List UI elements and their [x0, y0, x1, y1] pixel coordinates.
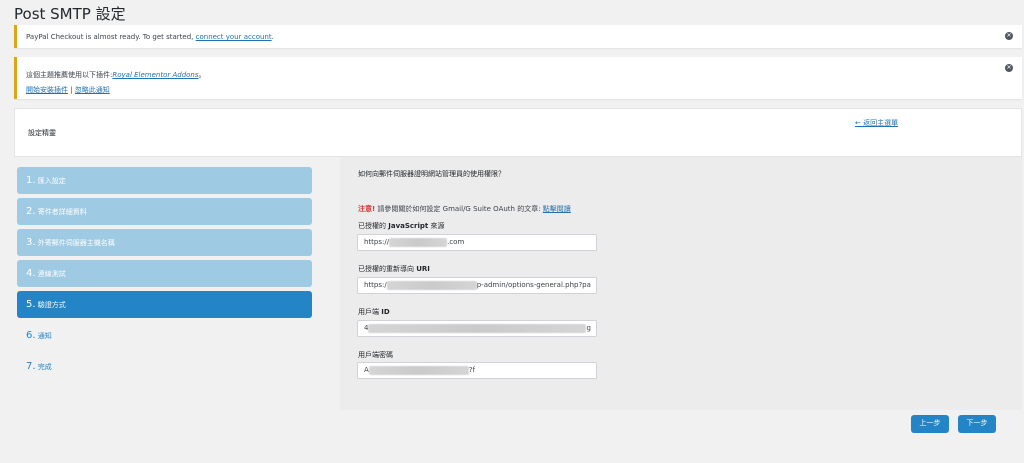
back-to-menu-link[interactable]: ← 返回主選單 [855, 118, 898, 128]
step-number: 2. [26, 206, 36, 217]
theme-plugin-notice: 這個主題推薦使用以下插件:Royal Elementor Addons。 開始安… [14, 57, 1022, 99]
paypal-notice: PayPal Checkout is almost ready. To get … [14, 25, 1022, 48]
label-prefix: 用戶端 [358, 308, 382, 316]
paypal-notice-suffix: . [271, 33, 274, 41]
note-text: 請參閱關於如何設定 Gmail/G Suite OAuth 的文章: [375, 205, 543, 213]
value-start: https:/ [364, 281, 387, 289]
authentication-panel: 如何向郵件伺服器證明網站管理員的使用權限？ 注意! 請參閱關於如何設定 Gmai… [340, 157, 1022, 410]
label-prefix: 已授權的 [358, 222, 389, 230]
link-separator: | [68, 86, 75, 94]
connect-account-link[interactable]: connect your account [196, 33, 272, 41]
client-secret-label: 用戶端密碼 [358, 351, 393, 359]
redacted-text [386, 280, 477, 290]
step-label: 完成 [37, 363, 52, 371]
note-warning: 注意! [358, 205, 376, 213]
step-number: 3. [26, 237, 36, 248]
wizard-header: 設定精靈 ← 返回主選單 [14, 108, 1022, 157]
step-outgoing-server[interactable]: 3. 外寄郵件伺服器主機名稱 [17, 229, 312, 256]
step-label: 外寄郵件伺服器主機名稱 [37, 239, 115, 247]
label-bold: JavaScript [388, 222, 429, 230]
paypal-notice-text: PayPal Checkout is almost ready. To get … [26, 33, 196, 41]
theme-notice-text: 這個主題推薦使用以下插件: [26, 71, 113, 79]
value-start: https:// [364, 238, 390, 246]
step-label: 匯入設定 [37, 177, 66, 185]
client-id-label: 用戶端 ID [358, 307, 390, 317]
client-secret-field[interactable]: A ?f [357, 362, 597, 379]
redirect-uri-field[interactable]: https:/ p-admin/options-general.php?pa [357, 277, 597, 294]
redacted-text [368, 365, 469, 375]
theme-notice-message: 這個主題推薦使用以下插件:Royal Elementor Addons。 [26, 70, 206, 80]
page-title: Post SMTP 設定 [14, 5, 126, 23]
step-number: 6. [26, 330, 36, 341]
read-article-link[interactable]: 點擊閱讀 [543, 205, 571, 213]
step-number: 4. [26, 268, 36, 279]
step-label: 驗證方式 [37, 301, 66, 309]
wizard-label: 設定精靈 [28, 129, 56, 137]
redacted-text [368, 323, 587, 333]
previous-step-button[interactable]: 上一步 [911, 415, 949, 433]
step-number: 5. [26, 299, 36, 310]
value-end: g [586, 324, 591, 332]
value-end: p-admin/options-general.php?pa [476, 281, 591, 289]
redirect-uri-label: 已授權的重新導向 URI [358, 264, 430, 274]
label-prefix: 已授權的重新導向 [358, 265, 417, 273]
step-notifications[interactable]: 6. 通知 [17, 322, 312, 349]
plugin-link[interactable]: Royal Elementor Addons [112, 71, 198, 79]
step-number: 7. [26, 361, 36, 372]
step-sender-details[interactable]: 2. 寄件者詳細資料 [17, 198, 312, 225]
step-finish[interactable]: 7. 完成 [17, 353, 312, 380]
step-label: 通知 [37, 332, 52, 340]
step-label: 寄件者詳細資料 [37, 208, 87, 216]
step-authentication[interactable]: 5. 驗證方式 [17, 291, 312, 318]
step-import-settings[interactable]: 1. 匯入設定 [17, 167, 312, 194]
paypal-notice-message: PayPal Checkout is almost ready. To get … [26, 33, 274, 41]
redacted-text [389, 237, 448, 247]
label-suffix: 來源 [428, 222, 445, 230]
install-plugins-link[interactable]: 開始安裝插件 [26, 86, 68, 94]
dismiss-icon[interactable]: ✕ [1005, 64, 1013, 72]
theme-notice-suffix: 。 [198, 71, 206, 79]
value-end: .com [447, 238, 465, 246]
step-label: 連線測試 [37, 270, 66, 278]
dismiss-icon[interactable]: ✕ [1005, 32, 1013, 40]
panel-question: 如何向郵件伺服器證明網站管理員的使用權限？ [358, 170, 505, 178]
theme-notice-links: 開始安裝插件 | 忽略此通知 [26, 85, 110, 95]
value-end: ?f [468, 366, 475, 374]
step-connection-test[interactable]: 4. 連線測試 [17, 260, 312, 287]
oauth-note: 注意! 請參閱關於如何設定 Gmail/G Suite OAuth 的文章: 點… [358, 204, 571, 214]
js-origin-field[interactable]: https:// .com [357, 234, 597, 251]
js-origin-label: 已授權的 JavaScript 來源 [358, 221, 444, 231]
dismiss-notice-link[interactable]: 忽略此通知 [75, 86, 110, 94]
client-id-field[interactable]: 4g [357, 320, 597, 337]
next-step-button[interactable]: 下一步 [958, 415, 996, 433]
step-number: 1. [26, 175, 36, 186]
label-bold: ID [381, 308, 390, 316]
label-bold: URI [416, 265, 430, 273]
